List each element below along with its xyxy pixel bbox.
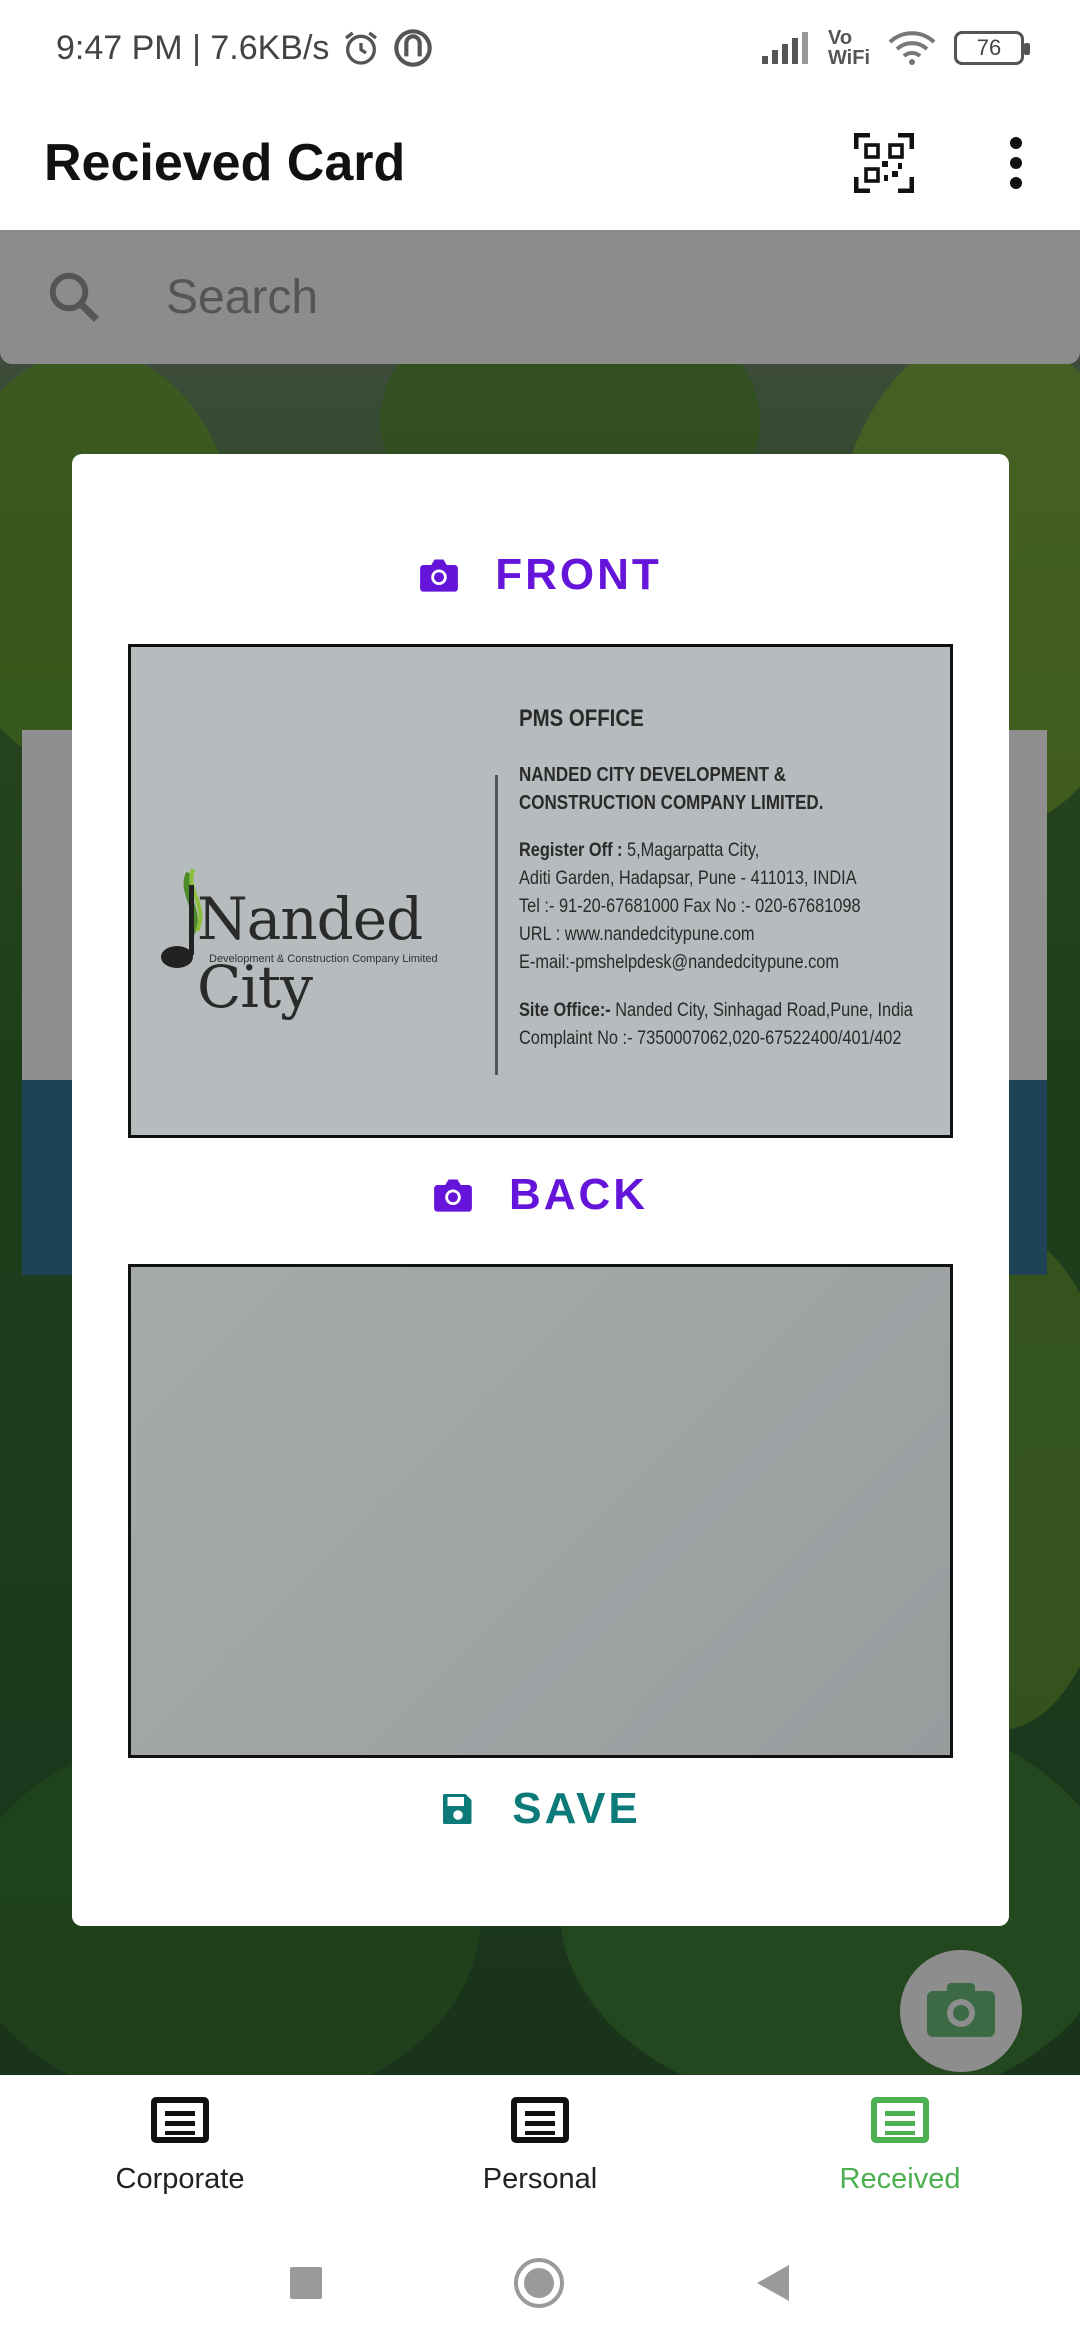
nav-label-corporate: Corporate	[115, 2163, 245, 2195]
search-bar[interactable]: Search	[0, 230, 1080, 364]
vo-label: Vo	[827, 27, 853, 49]
camera-icon	[420, 559, 459, 592]
card-list-icon	[511, 2097, 569, 2143]
card-details: PMS OFFICE NANDED CITY DEVELOPMENT & CON…	[519, 707, 939, 1053]
home-circle-icon[interactable]	[513, 2257, 565, 2309]
company-line-2: CONSTRUCTION COMPANY LIMITED.	[519, 792, 824, 814]
battery-level: 76	[976, 35, 1002, 60]
register-value: 5,Magarpatta City,	[622, 840, 760, 861]
more-options-button[interactable]	[996, 123, 1036, 203]
nav-item-corporate[interactable]: Corporate	[0, 2075, 360, 2225]
wifi-label: WiFi	[827, 47, 870, 69]
battery-indicator: 76	[954, 31, 1030, 65]
bottom-navigation: Corporate Personal Received	[0, 2075, 1080, 2225]
save-label: SAVE	[512, 1784, 641, 1833]
search-input[interactable]: Search	[166, 270, 318, 325]
status-time: 9:47 PM | 7.6KB/s	[56, 28, 330, 67]
site-label: Site Office:-	[519, 1000, 611, 1021]
sync-icon	[394, 29, 433, 67]
card-office: PMS OFFICE	[519, 705, 644, 732]
card-list-icon	[151, 2097, 209, 2143]
camera-fab[interactable]	[900, 1950, 1022, 2072]
logo-subtitle: Development & Construction Company Limit…	[209, 953, 438, 965]
vowifi-indicator: Vo WiFi	[828, 28, 870, 68]
card-logo: Nanded City Development & Construction C…	[149, 868, 489, 1021]
url-line: URL : www.nandedcitypune.com	[519, 924, 755, 945]
back-label: BACK	[508, 1170, 649, 1219]
status-right: Vo WiFi 76	[760, 28, 1030, 68]
site-value: Nanded City, Sinhagad Road,Pune, India	[610, 1000, 913, 1021]
wifi-icon	[888, 31, 936, 65]
search-icon	[49, 272, 99, 322]
status-bar: 9:47 PM | 7.6KB/s Vo WiFi 76	[0, 0, 1080, 96]
system-navigation-bar	[0, 2225, 1080, 2340]
back-triangle-icon[interactable]	[755, 2263, 791, 2303]
register-line: Register Off : 5,Magarpatta City,	[519, 837, 880, 865]
camera-icon	[434, 1179, 472, 1212]
page-title: Recieved Card	[44, 134, 406, 192]
back-card-image[interactable]	[128, 1264, 953, 1758]
back-capture-button[interactable]: BACK	[72, 1170, 1009, 1220]
camera-icon	[927, 1983, 995, 2037]
card-capture-dialog: FRONT Nanded City Development & Construc…	[72, 454, 1009, 1926]
site-office-line: Site Office:- Nanded City, Sinhagad Road…	[519, 997, 913, 1025]
complaint-line: Complaint No :- 7350007062,020-67522400/…	[519, 1028, 902, 1049]
nav-item-personal[interactable]: Personal	[360, 2075, 720, 2225]
status-left: 9:47 PM | 7.6KB/s	[56, 28, 433, 68]
qr-code-scan-icon	[854, 133, 914, 193]
company-line-1: NANDED CITY DEVELOPMENT &	[519, 764, 786, 786]
card-divider	[495, 775, 498, 1075]
card-company: NANDED CITY DEVELOPMENT & CONSTRUCTION C…	[519, 761, 876, 817]
app-bar: Recieved Card	[0, 96, 1080, 230]
signal-icon	[761, 32, 808, 64]
tel-line: Tel :- 91-20-67681000 Fax No :- 020-6768…	[519, 896, 861, 917]
email-line: E-mail:-pmshelpdesk@nandedcitypune.com	[519, 952, 839, 973]
front-label: FRONT	[495, 550, 662, 599]
address-line: Aditi Garden, Hadapsar, Pune - 411013, I…	[519, 868, 857, 889]
save-button[interactable]: SAVE	[72, 1784, 1009, 1834]
nav-label-received: Received	[839, 2163, 961, 2195]
nav-item-received[interactable]: Received	[720, 2075, 1080, 2225]
card-list-icon	[871, 2097, 929, 2143]
recents-square-icon[interactable]	[289, 2266, 323, 2300]
register-label: Register Off :	[519, 840, 623, 861]
qr-scan-button[interactable]	[844, 123, 924, 203]
front-card-image[interactable]: Nanded City Development & Construction C…	[128, 644, 953, 1138]
nav-label-personal: Personal	[482, 2163, 598, 2195]
more-vert-icon	[1010, 137, 1022, 189]
front-capture-button[interactable]: FRONT	[72, 550, 1009, 600]
floppy-disk-icon	[443, 1794, 472, 1824]
alarm-icon	[345, 31, 378, 65]
